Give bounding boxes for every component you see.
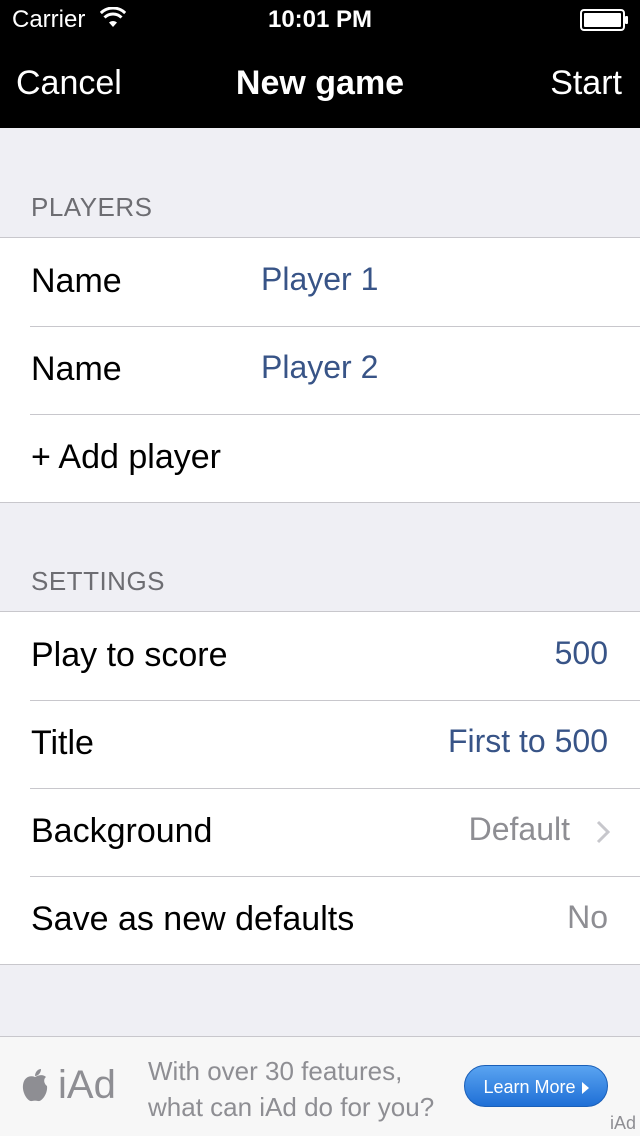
apple-logo-icon [22, 1069, 48, 1102]
title-field[interactable]: First to 500 [448, 723, 608, 760]
player-name-label: Name [31, 262, 122, 300]
iad-corner-label: iAd [609, 1113, 636, 1133]
title-row[interactable]: Title First to 500 [0, 700, 640, 788]
play-to-score-row[interactable]: Play to score 500 [0, 612, 640, 700]
player-name-label: Name [31, 350, 122, 388]
title-label: Title [31, 724, 94, 762]
background-label: Background [31, 812, 213, 850]
play-to-score-field[interactable]: 500 [555, 635, 608, 672]
chevron-right-icon [596, 820, 610, 844]
play-to-score-label: Play to score [31, 636, 228, 674]
battery-icon [580, 9, 628, 31]
add-player-button[interactable]: + Add player [31, 438, 221, 477]
save-defaults-label: Save as new defaults [31, 900, 355, 938]
ad-copy: With over 30 features, what can iAd do f… [148, 1053, 448, 1125]
learn-more-button[interactable]: Learn More [464, 1065, 608, 1107]
players-section-header: PLAYERS [31, 192, 153, 222]
player-row[interactable]: Name Player 1 [0, 238, 640, 326]
background-value: Default [468, 811, 570, 847]
settings-section-header: SETTINGS [31, 566, 166, 596]
player-name-field[interactable]: Player 2 [261, 349, 378, 386]
players-group: Name Player 1 Name Player 2 + Add player [0, 237, 640, 503]
status-bar: Carrier 10:01 PM [0, 0, 640, 40]
save-defaults-row[interactable]: Save as new defaults No [0, 876, 640, 964]
add-player-row[interactable]: + Add player [0, 414, 640, 502]
page-title: New game [235, 64, 405, 102]
navigation-bar: Cancel New game Start [0, 40, 640, 128]
clock: 10:01 PM [267, 6, 373, 33]
ad-line-1: With over 30 features, [148, 1056, 403, 1086]
iad-brand: iAd [58, 1063, 116, 1107]
player-name-field[interactable]: Player 1 [261, 261, 378, 298]
background-row[interactable]: Background Default [0, 788, 640, 876]
ad-line-2: what can iAd do for you? [148, 1092, 435, 1122]
start-button[interactable]: Start [550, 64, 622, 103]
learn-more-label: Learn More [483, 1077, 576, 1097]
settings-group: Play to score 500 Title First to 500 Bac… [0, 611, 640, 965]
ad-banner[interactable]: iAd With over 30 features, what can iAd … [0, 1036, 640, 1136]
play-arrow-icon [581, 1082, 589, 1095]
player-row[interactable]: Name Player 2 [0, 326, 640, 414]
save-defaults-value[interactable]: No [567, 899, 608, 936]
